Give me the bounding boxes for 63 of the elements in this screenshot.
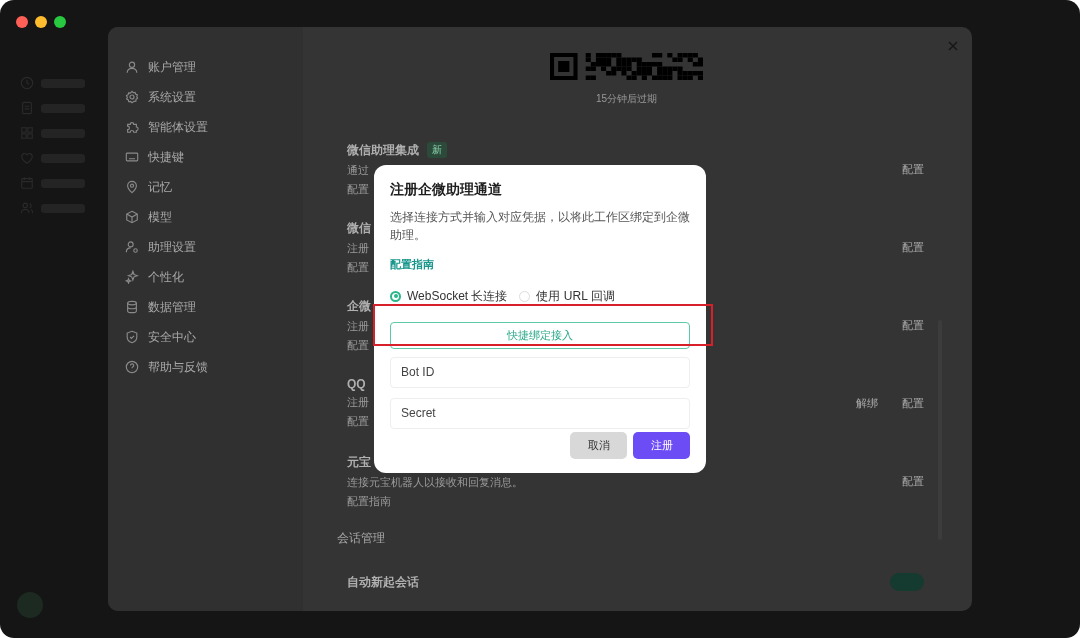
settings-nav-item[interactable]: 系统设置 [125, 87, 303, 107]
integration-action[interactable]: 配置 [902, 473, 924, 489]
integration-description: 注册 [347, 319, 369, 334]
zoom-window-button[interactable] [54, 16, 66, 28]
guide-link[interactable]: 配置 [347, 415, 369, 429]
input-field[interactable]: Secret [390, 397, 690, 429]
section-heading: 会话管理 [337, 530, 385, 547]
integration-title: 微信助理集成 [347, 141, 419, 159]
radio-option[interactable]: WebSocket 长连接 [390, 287, 508, 305]
qr-expiry-text: 15分钟后过期 [595, 92, 658, 106]
settings-nav-item[interactable]: 安全中心 [125, 327, 303, 347]
sparkle-icon [125, 270, 139, 284]
radio-option[interactable]: 使用 URL 回调 [519, 287, 615, 305]
register-button[interactable]: 注册 [633, 432, 690, 459]
location-pin-icon [125, 180, 139, 194]
help-icon [125, 360, 139, 374]
guide-link[interactable]: 配置 [347, 338, 369, 353]
settings-nav-item[interactable]: 账户管理 [125, 57, 303, 77]
integration-title: 企微 [347, 297, 371, 315]
settings-nav-item[interactable]: 数据管理 [125, 297, 303, 317]
puzzle-icon [125, 120, 139, 134]
settings-nav-item[interactable]: 个性化 [125, 267, 303, 287]
settings-nav-item[interactable]: 记忆 [125, 177, 303, 197]
settings-nav-item[interactable]: 快捷键 [125, 147, 303, 167]
settings-icon [125, 90, 139, 104]
close-icon[interactable] [948, 41, 958, 51]
guide-link[interactable]: 配置 [347, 182, 369, 197]
integration-action[interactable]: 配置 [902, 239, 924, 255]
integration-description: 通过 [347, 163, 369, 178]
new-tag: 新 [427, 142, 447, 158]
integration-description: 注册 [347, 396, 369, 410]
user-icon [125, 60, 139, 74]
database-icon [125, 300, 139, 314]
integration-description: 注册 [347, 241, 369, 256]
dialog-title: 注册企微助理通道 [390, 181, 503, 199]
cube-icon [125, 210, 139, 224]
integration-description: 连接元宝机器人以接收和回复消息。 [347, 475, 523, 490]
minimize-window-button[interactable] [35, 16, 47, 28]
input-field[interactable]: Bot ID [390, 356, 690, 388]
integration-title: 元宝 [347, 453, 371, 471]
toggle-switch[interactable] [890, 573, 924, 591]
integration-action[interactable]: 配置 [902, 395, 924, 411]
settings-nav-item[interactable]: 模型 [125, 207, 303, 227]
user-settings-icon [125, 240, 139, 254]
guide-link[interactable]: 配置指南 [347, 494, 391, 509]
close-window-button[interactable] [16, 16, 28, 28]
integration-action[interactable]: 解绑 [856, 395, 878, 411]
settings-nav-item[interactable]: 智能体设置 [125, 117, 303, 137]
integration-title: QQ [347, 377, 366, 391]
integration-action[interactable]: 配置 [902, 161, 924, 177]
guide-link[interactable]: 配置 [347, 260, 369, 275]
keyboard-icon [125, 150, 139, 164]
integration-action[interactable]: 配置 [902, 317, 924, 333]
settings-nav-item[interactable]: 助理设置 [125, 237, 303, 257]
shield-icon [125, 330, 139, 344]
dialog-description: 选择连接方式并输入对应凭据，以将此工作区绑定到企微助理。 [390, 210, 690, 244]
radio-button[interactable] [390, 290, 401, 302]
setting-label: 自动新起会话 [347, 573, 419, 591]
quick-bind-button[interactable]: 快捷绑定接入 [390, 321, 690, 349]
cancel-button[interactable]: 取消 [570, 432, 627, 459]
guide-link[interactable]: 配置指南 [390, 256, 434, 272]
integration-title: 微信 [347, 219, 371, 237]
settings-nav-item[interactable]: 帮助与反馈 [125, 357, 303, 377]
